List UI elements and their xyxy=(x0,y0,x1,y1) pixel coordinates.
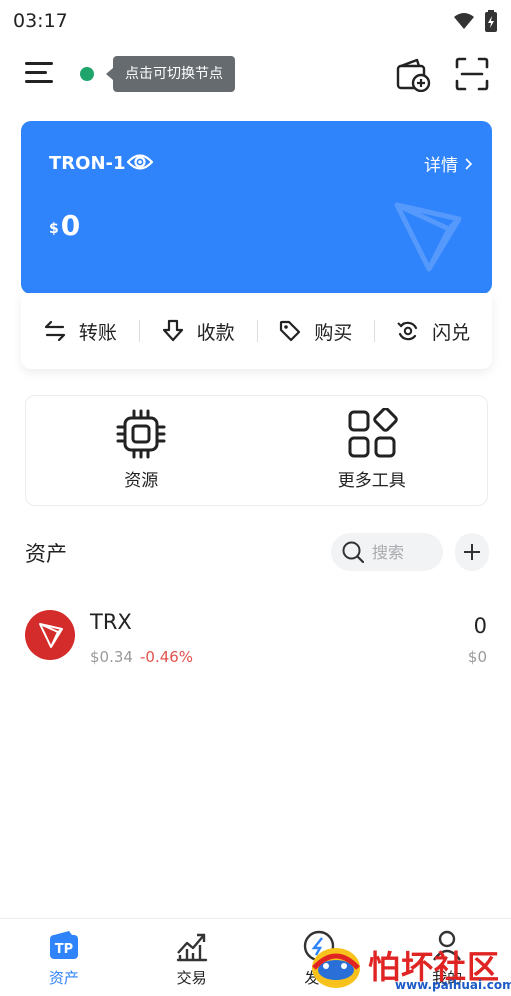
tron-logo-icon xyxy=(39,623,63,648)
assets-header: 资产 xyxy=(0,530,511,574)
plus-icon xyxy=(464,544,480,560)
buy-tag-icon xyxy=(280,320,301,342)
more-tools-button[interactable]: 更多工具 xyxy=(257,396,488,505)
chevron-right-icon xyxy=(465,157,472,170)
swap-icon xyxy=(397,321,418,341)
nav-label-assets: 资产 xyxy=(48,969,79,987)
wallet-name: TRON-1 xyxy=(49,153,126,174)
receive-label: 收款 xyxy=(196,321,235,344)
svg-text:TP: TP xyxy=(55,942,73,957)
wallet-details-link[interactable]: 详情 xyxy=(424,151,472,176)
menu-icon[interactable] xyxy=(25,60,55,86)
nav-tab-trade[interactable]: 交易 xyxy=(128,919,256,996)
wallet-card[interactable]: TRON-1 详情 $0 xyxy=(21,121,492,294)
token-price-change: -0.46% xyxy=(140,648,194,666)
tron-logo-icon xyxy=(394,202,462,272)
transfer-icon xyxy=(44,320,65,342)
balance-currency: $ xyxy=(49,221,59,237)
search-icon xyxy=(342,541,364,563)
token-value: $0 xyxy=(467,648,487,666)
token-symbol: TRX xyxy=(90,610,132,634)
trx-token-logo xyxy=(25,610,75,660)
details-label: 详情 xyxy=(424,156,458,176)
tools-panel: 资源 更多工具 xyxy=(25,395,488,506)
status-time: 03:17 xyxy=(13,10,68,32)
more-tools-icon xyxy=(348,408,398,458)
swap-label: 闪兑 xyxy=(432,321,471,344)
wallet-balance: $0 xyxy=(49,209,80,242)
add-wallet-icon[interactable] xyxy=(395,56,431,92)
node-status-indicator[interactable] xyxy=(80,67,94,81)
assets-title: 资产 xyxy=(25,542,67,566)
token-amount: 0 xyxy=(473,614,487,638)
node-switch-tooltip: 点击可切换节点 xyxy=(106,56,235,92)
scan-icon[interactable] xyxy=(454,56,490,92)
nav-tab-assets[interactable]: TP 资产 xyxy=(0,919,128,996)
receive-icon xyxy=(162,319,183,342)
swap-button[interactable]: 闪兑 xyxy=(374,318,492,345)
token-row-trx[interactable]: TRX $0.34 -0.46% 0 $0 xyxy=(0,604,511,672)
nav-label-trade: 交易 xyxy=(176,969,207,987)
transfer-button[interactable]: 转账 xyxy=(21,318,139,345)
balance-amount: 0 xyxy=(60,209,81,242)
watermark-url: www.paihuai.com xyxy=(395,978,511,992)
buy-button[interactable]: 购买 xyxy=(256,318,375,345)
eye-icon[interactable] xyxy=(127,151,153,173)
token-price: $0.34 xyxy=(90,648,133,666)
resources-label: 资源 xyxy=(124,471,159,491)
transfer-label: 转账 xyxy=(78,321,117,344)
add-token-button[interactable] xyxy=(455,533,489,571)
asset-search-box[interactable] xyxy=(331,533,443,571)
status-icons xyxy=(453,10,497,32)
status-bar: 03:17 xyxy=(0,0,511,44)
wallet-actions: 转账 收款 购买 闪兑 xyxy=(21,293,492,369)
asset-search-input[interactable] xyxy=(372,542,436,562)
chip-icon xyxy=(116,409,166,459)
receive-button[interactable]: 收款 xyxy=(138,318,257,345)
battery-icon xyxy=(485,10,497,32)
more-tools-label: 更多工具 xyxy=(337,471,406,491)
wifi-icon xyxy=(454,13,474,29)
buy-label: 购买 xyxy=(314,321,353,344)
top-bar: 点击可切换节点 xyxy=(0,48,511,100)
wallet-tp-icon: TP xyxy=(49,931,78,959)
chart-icon xyxy=(176,933,207,962)
resources-button[interactable]: 资源 xyxy=(26,396,257,505)
